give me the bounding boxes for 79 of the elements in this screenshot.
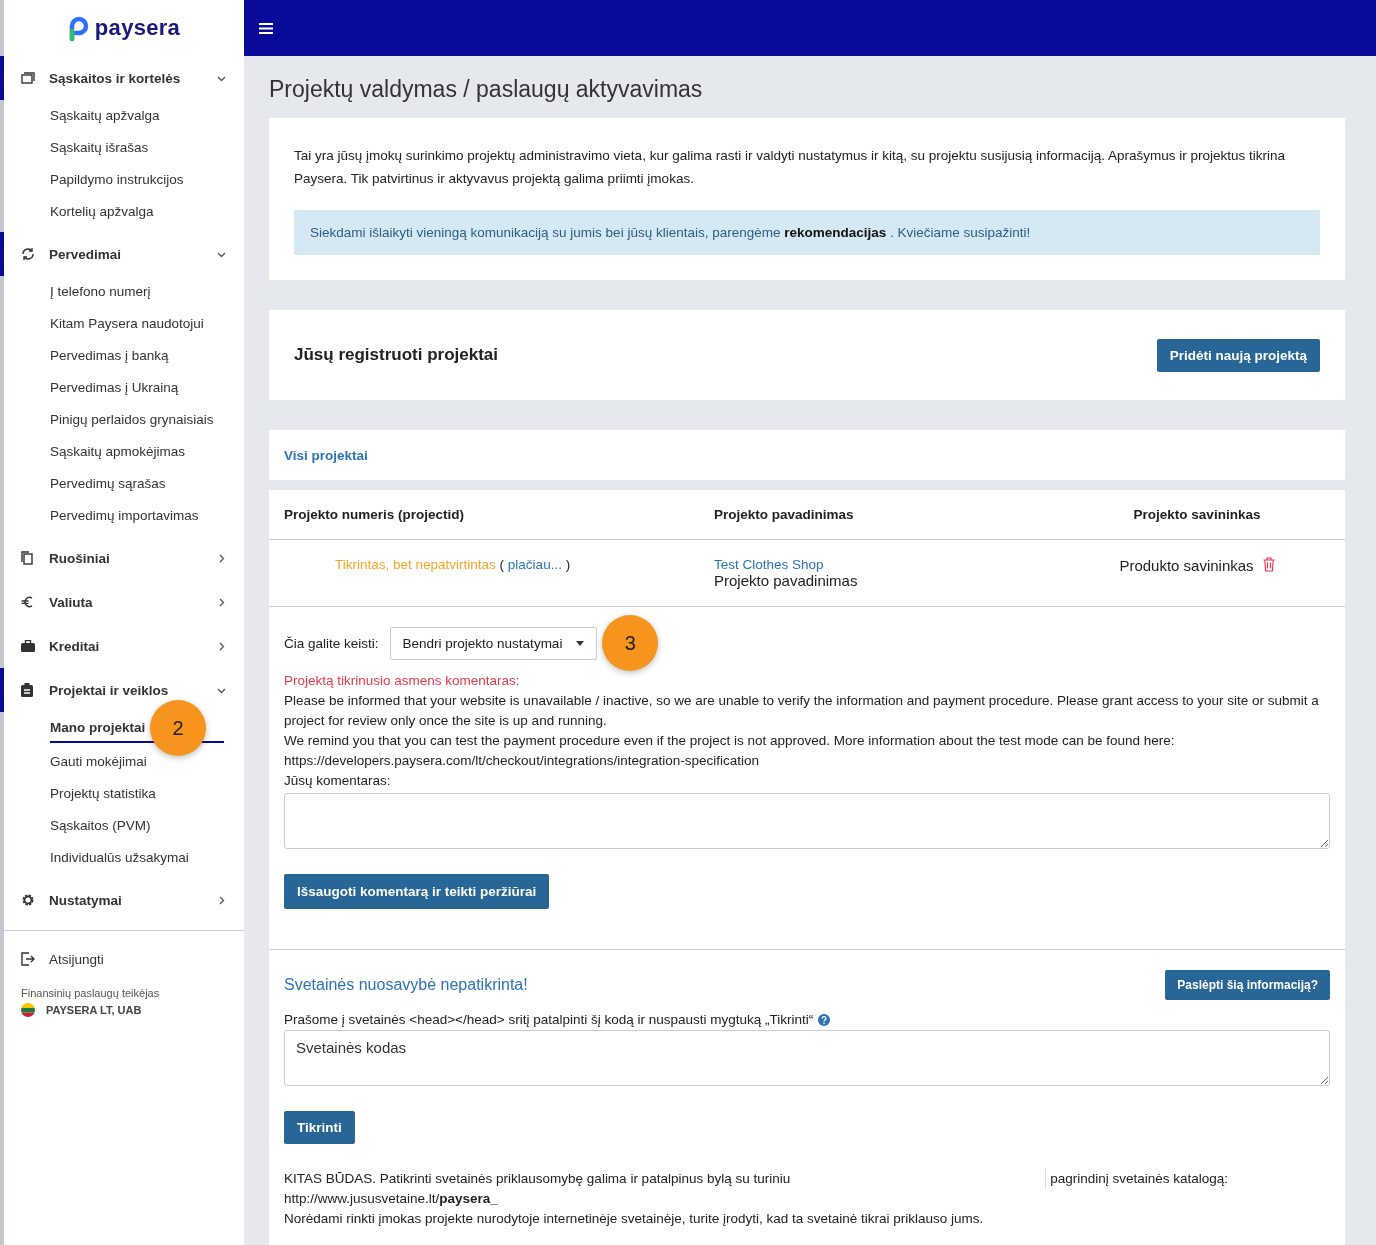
column-header: Projekto pavadinimas <box>714 507 855 522</box>
site-code-field[interactable]: Svetainės kodas <box>284 1030 1330 1086</box>
sidebar-item[interactable]: Pervedimų importavimas <box>50 500 224 532</box>
paren-text: ) <box>565 557 571 572</box>
reviewer-comment: https://developers.paysera.com/lt/checkout/integrations/integration-specification <box>284 752 760 770</box>
instruction-text: Prašome į svetainės <head></head> sritį patalpinti šį kodą ir nuspausti mygtuką „Tikrinti“ <box>284 1012 814 1027</box>
sidebar-item[interactable]: Į telefono numerį <box>50 276 224 308</box>
alternative-text: KITAS BŪDAS. Patikrinti svetainės priklausomybę galima ir patalpinus bylą su turiniu <box>284 1170 791 1188</box>
gear-icon <box>21 893 35 907</box>
sidebar-group[interactable]: Pervedimai <box>0 232 244 276</box>
warning-title: Svetainės nuosavybė nepatikrinta! <box>284 976 528 994</box>
menu-icon[interactable] <box>259 22 273 34</box>
status-text: Tikrintas, bet nepatvirtintas <box>335 557 496 572</box>
sidebar-item[interactable]: Pinigų perlaidos grynaisiais <box>50 404 224 436</box>
logo-icon <box>67 15 90 41</box>
reviewer-comment: Please be informed that your website is unavailable / inactive, so we are unable to verify the information and payment procedure. Please grant access to your site or submit a project for review only once the site is up and running. <box>284 692 1320 730</box>
euro-icon <box>21 596 33 608</box>
alternative-text: pagrindinį svetainės katalogą: <box>1050 1170 1229 1188</box>
sidebar-group[interactable]: Valiuta <box>0 580 244 624</box>
step-marker: 3 <box>602 615 659 671</box>
sidebar-group[interactable]: Nustatymai <box>0 878 244 922</box>
sidebar-item[interactable]: Papildymo instrukcijos <box>50 164 224 196</box>
sidebar-item[interactable]: Sąskaitų apmokėjimas <box>50 436 224 468</box>
paren-text: ( <box>499 557 505 572</box>
sidebar-item[interactable]: Sąskaitų apžvalga <box>50 100 224 132</box>
caret-icon <box>576 640 585 646</box>
trash-icon[interactable] <box>1262 557 1275 572</box>
chevron-right-icon <box>217 553 226 563</box>
refresh-icon <box>21 248 35 260</box>
page-title: Projektų valdymas / paslaugų aktyvavimas <box>269 76 704 103</box>
add-project-button[interactable]: Pridėti naują projektą <box>1156 338 1320 372</box>
briefcase-icon <box>21 640 35 652</box>
column-header: Projekto numeris (projectid) <box>284 507 466 522</box>
help-icon[interactable] <box>818 1013 831 1026</box>
info-notice: Siekdami išlaikyti vieningą komunikaciją su jumis bei jūsų klientais, parengėme rekomendacijas . Kviečiame susipažinti! <box>294 210 1320 255</box>
hide-info-button[interactable]: Paslėpti šią informaciją? <box>1165 970 1330 1000</box>
more-link[interactable]: plačiau... <box>507 557 562 572</box>
example-url: http://www.jususvetaine.lt/paysera_ <box>284 1190 499 1208</box>
provider-label: Finansinių paslaugų teikėjas <box>20 986 161 1001</box>
logout-icon <box>21 952 35 966</box>
ownership-note: Norėdami rinkti įmokas projekte nurodytoje internetinėje svetainėje, turite įrodyti, kad ta svetainė tikrai priklauso jums. <box>284 1210 985 1228</box>
field-label: Čia galite keisti: <box>284 635 379 651</box>
sidebar-group[interactable]: Sąskaitos ir kortelės <box>0 56 244 100</box>
copy-icon <box>21 551 33 565</box>
reviewer-label: Projektą tikrinusio asmens komentaras: <box>284 672 521 690</box>
intro-text: Tai yra jūsų įmokų surinkimo projektų administravimo vieta, kur galima rasti ir valdyti nustatymus ir kitą, su projektu susijusią informaciją. Aprašymus ir projektus tikrina Paysera. Tik patvirtinus ir aktyvavus projektą galima priimti įmokas. <box>294 147 1287 188</box>
provider-name: PAYSERA LT, UAB <box>46 1004 142 1016</box>
chevron-right-icon <box>217 597 226 607</box>
sidebar-group[interactable]: Kreditai <box>0 624 244 668</box>
logout-link[interactable]: Atsijungti <box>0 937 244 981</box>
sidebar-item[interactable]: Pervedimas į banką <box>50 340 224 372</box>
step-marker: 2 <box>150 700 206 756</box>
clipboard-icon <box>21 683 33 697</box>
tab[interactable]: Visi projektai <box>284 448 368 463</box>
cards-icon <box>21 72 35 84</box>
project-link[interactable]: Test Clothes Shop <box>714 557 1064 572</box>
sidebar-item[interactable]: Individualūs užsakymai <box>50 842 224 874</box>
sidebar-item[interactable]: Projektų statistika <box>50 778 224 810</box>
sidebar-group[interactable]: Ruošiniai <box>0 536 244 580</box>
check-button[interactable]: Tikrinti <box>284 1111 355 1144</box>
sidebar-item[interactable]: Pervedimas į Ukrainą <box>50 372 224 404</box>
chevron-right-icon <box>217 895 226 905</box>
project-name: Projekto pavadinimas <box>714 572 859 589</box>
field-label: Jūsų komentaras: <box>284 772 392 790</box>
column-header: Projekto savininkas <box>1132 507 1262 522</box>
project-owner: Produkto savininkas <box>1119 557 1254 574</box>
comment-field[interactable] <box>284 793 1330 849</box>
sidebar-item[interactable]: Kortelių apžvalga <box>50 196 224 228</box>
sidebar-item[interactable]: Sąskaitos (PVM) <box>50 810 224 842</box>
flag-icon <box>21 1003 35 1017</box>
chevron-right-icon <box>217 641 226 651</box>
settings-dropdown[interactable]: Bendri projekto nustatymai <box>389 626 598 660</box>
sidebar-item[interactable]: Pervedimų sąrašas <box>50 468 224 500</box>
sidebar-item[interactable]: Sąskaitų išrašas <box>50 132 224 164</box>
reviewer-comment: We remind you that you can test the payment procedure even if the project is not approved. More information about the test mode can be found here: <box>284 732 1176 750</box>
brand-name: paysera <box>94 15 181 41</box>
sidebar-item[interactable]: Kitam Paysera naudotojui <box>50 308 224 340</box>
submit-button[interactable]: Išsaugoti komentarą ir teikti peržiūrai <box>284 874 550 909</box>
section-title: Jūsų registruoti projektai <box>294 345 499 365</box>
